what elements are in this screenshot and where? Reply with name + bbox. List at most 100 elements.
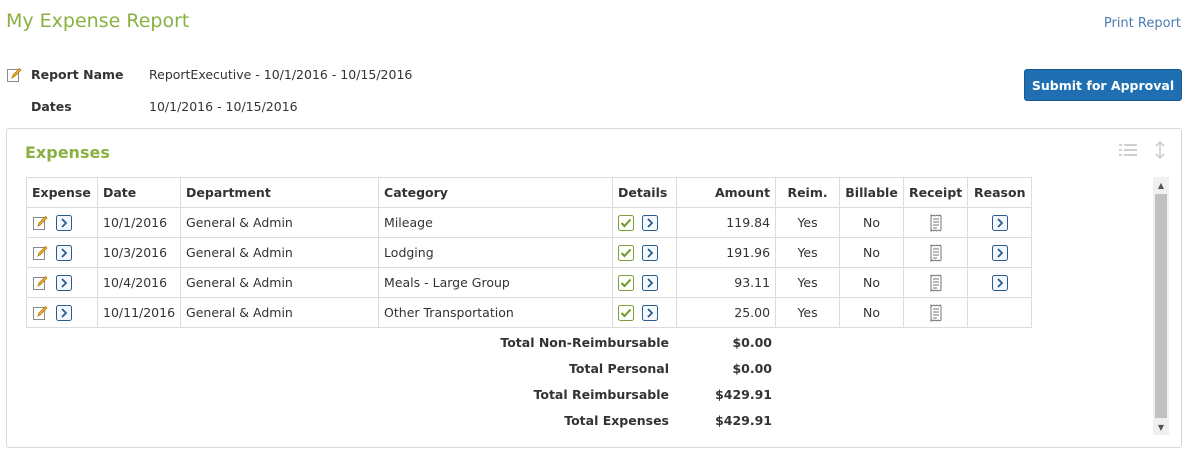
col-header-reim[interactable]: Reim. <box>775 177 841 208</box>
table-row[interactable]: 10/11/2016 General & Admin Other Transport… <box>26 297 1033 328</box>
table-row[interactable]: 10/3/2016 General & Admin Lodging 191.96 Yes… <box>26 237 1033 268</box>
reim-cell: Yes <box>775 297 841 328</box>
checkbox-checked-icon[interactable] <box>618 244 635 261</box>
total-label: Total Reimbursable <box>533 387 669 402</box>
scroll-thumb[interactable] <box>1155 194 1167 418</box>
edit-icon[interactable] <box>32 305 48 321</box>
receipt-cell <box>903 297 969 328</box>
details-cell <box>612 207 678 238</box>
edit-icon[interactable] <box>32 215 48 231</box>
billable-cell: No <box>839 267 905 298</box>
billable-cell: No <box>839 237 905 268</box>
expense-actions <box>32 304 72 321</box>
department-cell: General & Admin <box>180 267 380 298</box>
details-actions <box>618 274 659 291</box>
table-header-row: Expense Date Department Category Details… <box>26 177 1033 208</box>
col-header-amount[interactable]: Amount <box>676 177 777 208</box>
chevron-right-icon[interactable] <box>56 274 72 291</box>
col-header-date[interactable]: Date <box>96 177 182 208</box>
expense-actions-cell <box>26 267 98 298</box>
amount-cell: 119.84 <box>676 207 777 238</box>
chevron-right-icon[interactable] <box>56 244 72 261</box>
total-row: Total Non-Reimbursable $0.00 <box>26 335 786 355</box>
report-name-value: ReportExecutive - 10/1/2016 - 10/15/2016 <box>149 67 413 82</box>
scroll-up-icon[interactable]: ▲ <box>1153 177 1169 193</box>
expense-actions <box>32 274 72 291</box>
billable-cell: No <box>839 207 905 238</box>
receipt-cell <box>903 267 969 298</box>
reason-cell <box>967 297 1033 328</box>
date-cell: 10/3/2016 <box>96 237 182 268</box>
details-actions <box>618 244 659 261</box>
total-row: Total Personal $0.00 <box>26 361 786 381</box>
edit-icon[interactable] <box>32 275 48 291</box>
col-header-expense[interactable]: Expense <box>26 177 98 208</box>
amount-cell: 191.96 <box>676 237 777 268</box>
total-row: Total Reimbursable $429.91 <box>26 387 786 407</box>
scroll-down-icon[interactable]: ▼ <box>1153 419 1169 435</box>
receipt-cell <box>903 237 969 268</box>
date-cell: 10/4/2016 <box>96 267 182 298</box>
checkbox-checked-icon[interactable] <box>618 214 635 231</box>
checkbox-checked-icon[interactable] <box>618 274 635 291</box>
billable-cell: No <box>839 297 905 328</box>
receipt-icon[interactable] <box>930 213 942 232</box>
details-cell <box>612 267 678 298</box>
department-cell: General & Admin <box>180 237 380 268</box>
total-value: $429.91 <box>715 413 772 428</box>
reim-cell: Yes <box>775 237 841 268</box>
report-name-label: Report Name <box>31 67 124 82</box>
department-cell: General & Admin <box>180 207 380 238</box>
receipt-icon[interactable] <box>930 243 942 262</box>
receipt-icon[interactable] <box>930 273 942 292</box>
reim-cell: Yes <box>775 207 841 238</box>
col-header-department[interactable]: Department <box>180 177 380 208</box>
expenses-panel-title: Expenses <box>25 143 110 162</box>
chevron-right-icon[interactable] <box>991 214 1008 231</box>
total-value: $0.00 <box>732 335 772 350</box>
date-cell: 10/11/2016 <box>96 297 182 328</box>
details-cell <box>612 237 678 268</box>
col-header-details[interactable]: Details <box>612 177 678 208</box>
col-header-billable[interactable]: Billable <box>839 177 905 208</box>
col-header-category[interactable]: Category <box>378 177 614 208</box>
chevron-right-icon[interactable] <box>56 304 72 321</box>
reason-cell <box>967 237 1033 268</box>
table-row[interactable]: 10/4/2016 General & Admin Meals - Large Gr… <box>26 267 1033 298</box>
vertical-scrollbar[interactable]: ▲ ▼ <box>1153 177 1169 435</box>
amount-cell: 25.00 <box>676 297 777 328</box>
reason-cell <box>967 267 1033 298</box>
total-value: $0.00 <box>732 361 772 376</box>
total-label: Total Personal <box>569 361 669 376</box>
chevron-right-icon[interactable] <box>642 244 659 261</box>
details-cell <box>612 297 678 328</box>
chevron-right-icon[interactable] <box>991 274 1008 291</box>
expense-actions-cell <box>26 237 98 268</box>
total-row: Total Expenses $429.91 <box>26 413 786 433</box>
table-row[interactable]: 10/1/2016 General & Admin Mileage 119.84 Yes… <box>26 207 1033 238</box>
category-cell: Lodging <box>378 237 614 268</box>
sort-icon[interactable] <box>1151 141 1169 159</box>
edit-icon[interactable] <box>6 67 22 83</box>
total-value: $429.91 <box>715 387 772 402</box>
checkbox-checked-icon[interactable] <box>618 304 635 321</box>
chevron-right-icon[interactable] <box>642 274 659 291</box>
chevron-right-icon[interactable] <box>642 214 659 231</box>
category-cell: Other Transportation <box>378 297 614 328</box>
date-cell: 10/1/2016 <box>96 207 182 238</box>
chevron-right-icon[interactable] <box>642 304 659 321</box>
chevron-right-icon[interactable] <box>56 214 72 231</box>
panel-tools <box>1119 141 1169 159</box>
chevron-right-icon[interactable] <box>991 244 1008 261</box>
category-cell: Mileage <box>378 207 614 238</box>
expenses-panel: Expenses Expense Date Department Categor… <box>6 128 1182 448</box>
reim-cell: Yes <box>775 267 841 298</box>
col-header-reason[interactable]: Reason <box>967 177 1033 208</box>
edit-icon[interactable] <box>32 245 48 261</box>
submit-for-approval-button[interactable]: Submit for Approval <box>1024 69 1182 101</box>
col-header-receipt[interactable]: Receipt <box>903 177 969 208</box>
list-icon[interactable] <box>1119 141 1137 159</box>
category-cell: Meals - Large Group <box>378 267 614 298</box>
print-report-link[interactable]: Print Report <box>1104 16 1181 31</box>
receipt-icon[interactable] <box>930 303 942 322</box>
